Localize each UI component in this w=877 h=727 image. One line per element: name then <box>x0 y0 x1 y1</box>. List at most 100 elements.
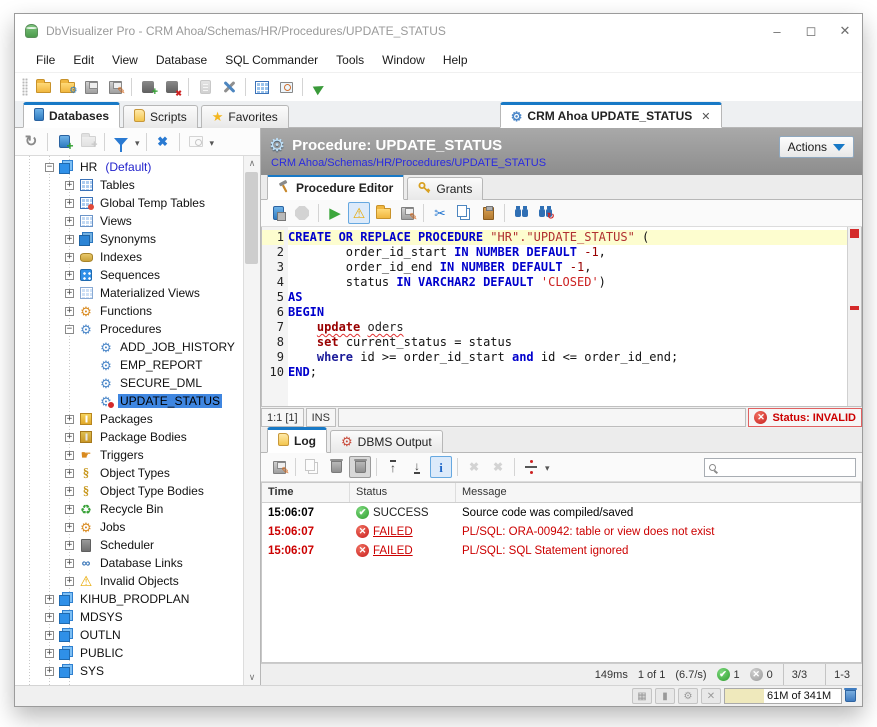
tree-item-outln[interactable]: +OUTLN <box>15 626 243 644</box>
tree-item-functions[interactable]: +⚙Functions <box>15 302 243 320</box>
scroll-up-icon[interactable]: ∧ <box>249 158 256 169</box>
info-icon[interactable]: i <box>430 456 452 478</box>
expand-icon[interactable]: + <box>65 307 74 316</box>
tree-item-global-temp-tables[interactable]: +Global Temp Tables <box>15 194 243 212</box>
tree-item-sequences[interactable]: +Sequences <box>15 266 243 284</box>
tree-item-add-job-history[interactable]: ⚙ADD_JOB_HISTORY <box>15 338 243 356</box>
collapse-icon[interactable]: − <box>65 325 74 334</box>
tree-scrollbar-thumb[interactable] <box>245 172 258 264</box>
document-tab[interactable]: ⚙ CRM Ahoa UPDATE_STATUS ✕ <box>500 102 722 128</box>
expand-icon[interactable]: + <box>65 523 74 532</box>
dropdown-arrow-icon[interactable]: ▾ <box>133 133 142 151</box>
error-marker[interactable] <box>850 229 859 238</box>
expand-icon[interactable]: + <box>65 433 74 442</box>
menu-help[interactable]: Help <box>434 50 477 70</box>
expand-icon[interactable]: + <box>65 559 74 568</box>
code-area[interactable]: CREATE OR REPLACE PROCEDURE "HR"."UPDATE… <box>288 227 847 406</box>
menu-view[interactable]: View <box>103 50 147 70</box>
tree-item-materialized-views[interactable]: +Materialized Views <box>15 284 243 302</box>
tree-item-public[interactable]: +PUBLIC <box>15 644 243 662</box>
errors-status-icon[interactable]: ✕ <box>701 688 721 704</box>
execute-icon[interactable]: ▶ <box>324 202 346 224</box>
breadcrumb[interactable]: CRM Ahoa/Schemas/HR/Procedures/UPDATE_ST… <box>271 157 854 169</box>
clear-log-icon[interactable] <box>325 456 347 478</box>
tree-item-recycle-bin[interactable]: +♻Recycle Bin <box>15 500 243 518</box>
tab-favorites[interactable]: ★Favorites <box>201 105 289 128</box>
expand-icon[interactable]: + <box>65 253 74 262</box>
actions-button[interactable]: Actions <box>779 136 854 158</box>
tree-item-package-bodies[interactable]: +Package Bodies <box>15 428 243 446</box>
expand-icon[interactable]: + <box>45 631 54 640</box>
tree-item-packages[interactable]: +Packages <box>15 410 243 428</box>
menu-file[interactable]: File <box>27 50 64 70</box>
tree-item-tables[interactable]: +Tables <box>15 176 243 194</box>
disconnect-icon[interactable] <box>161 76 183 98</box>
open-folder-icon[interactable] <box>372 202 394 224</box>
find-icon[interactable] <box>510 202 532 224</box>
expand-icon[interactable]: + <box>65 487 74 496</box>
grid-status-icon[interactable]: ▦ <box>632 688 652 704</box>
open-folder-icon[interactable] <box>32 76 54 98</box>
expand-icon[interactable]: + <box>65 271 74 280</box>
code-line[interactable]: set current_status = status <box>288 335 847 350</box>
code-line[interactable]: CREATE OR REPLACE PROCEDURE "HR"."UPDATE… <box>288 230 847 245</box>
menu-window[interactable]: Window <box>373 50 434 70</box>
tree-item-scheduler[interactable]: +Scheduler <box>15 536 243 554</box>
dropdown-arrow-icon[interactable]: ▾ <box>543 458 552 476</box>
tree-item-jobs[interactable]: +⚙Jobs <box>15 518 243 536</box>
find-replace-icon[interactable] <box>534 202 556 224</box>
expand-icon[interactable]: + <box>45 667 54 676</box>
tree-item-object-type-bodies[interactable]: +§Object Type Bodies <box>15 482 243 500</box>
menu-edit[interactable]: Edit <box>64 50 103 70</box>
log-search-box[interactable] <box>704 458 856 477</box>
refresh-icon[interactable]: ↻ <box>20 131 42 153</box>
expand-icon[interactable]: + <box>65 181 74 190</box>
tab-scripts[interactable]: Scripts <box>123 105 198 128</box>
tab-grants[interactable]: Grants <box>407 177 483 200</box>
code-line[interactable]: order_id_start IN NUMBER DEFAULT -1, <box>288 245 847 260</box>
tab-log[interactable]: Log <box>267 427 327 453</box>
garbage-collect-icon[interactable] <box>845 690 856 702</box>
tasks-status-icon[interactable]: ⚙ <box>678 688 698 704</box>
minimize-button[interactable]: – <box>760 14 794 48</box>
code-line[interactable]: where id >= order_id_start and id <= ord… <box>288 350 847 365</box>
code-line[interactable]: AS <box>288 290 847 305</box>
tools-icon[interactable] <box>218 76 240 98</box>
expand-icon[interactable]: + <box>65 505 74 514</box>
save-icon[interactable] <box>80 76 102 98</box>
tree-item-sys[interactable]: +SYS <box>15 662 243 680</box>
save-edit-icon[interactable] <box>396 202 418 224</box>
expand-icon[interactable]: + <box>65 541 74 550</box>
tab-databases[interactable]: Databases <box>23 102 120 128</box>
connections-status-icon[interactable]: ▮ <box>655 688 675 704</box>
expand-icon[interactable]: + <box>65 235 74 244</box>
scroll-bottom-icon[interactable]: ↓ <box>406 456 428 478</box>
tab-procedure-editor[interactable]: Procedure Editor <box>267 174 404 200</box>
copy-icon[interactable] <box>453 202 475 224</box>
menu-database[interactable]: Database <box>147 50 216 70</box>
tree-item-procedures[interactable]: −⚙Procedures <box>15 320 243 338</box>
divider-icon[interactable] <box>520 456 542 478</box>
collapse-all-icon[interactable]: ✖ <box>152 131 174 153</box>
filter-icon[interactable] <box>110 131 132 153</box>
scroll-down-icon[interactable]: ∨ <box>249 672 256 683</box>
tree-item-object-types[interactable]: +§Object Types <box>15 464 243 482</box>
export-log-icon[interactable] <box>268 456 290 478</box>
maximize-button[interactable]: ◻ <box>794 14 828 48</box>
tree-item-emp-report[interactable]: ⚙EMP_REPORT <box>15 356 243 374</box>
expand-icon[interactable]: + <box>65 469 74 478</box>
expand-icon[interactable]: + <box>65 415 74 424</box>
paste-icon[interactable] <box>477 202 499 224</box>
column-header-message[interactable]: Message <box>456 483 861 502</box>
code-line[interactable]: status IN VARCHAR2 DEFAULT 'CLOSED') <box>288 275 847 290</box>
tree-item-database-links[interactable]: +∞Database Links <box>15 554 243 572</box>
tree-item-triggers[interactable]: +☛Triggers <box>15 446 243 464</box>
monitor-icon[interactable] <box>275 76 297 98</box>
expand-icon[interactable]: + <box>65 199 74 208</box>
error-marker[interactable] <box>850 306 859 310</box>
expand-icon[interactable]: + <box>65 289 74 298</box>
tree-item-synonyms[interactable]: +Synonyms <box>15 230 243 248</box>
grid-window-icon[interactable] <box>251 76 273 98</box>
log-row[interactable]: 15:06:07✕FAILEDPL/SQL: ORA-00942: table … <box>262 522 861 541</box>
tree-item-views[interactable]: +Views <box>15 212 243 230</box>
